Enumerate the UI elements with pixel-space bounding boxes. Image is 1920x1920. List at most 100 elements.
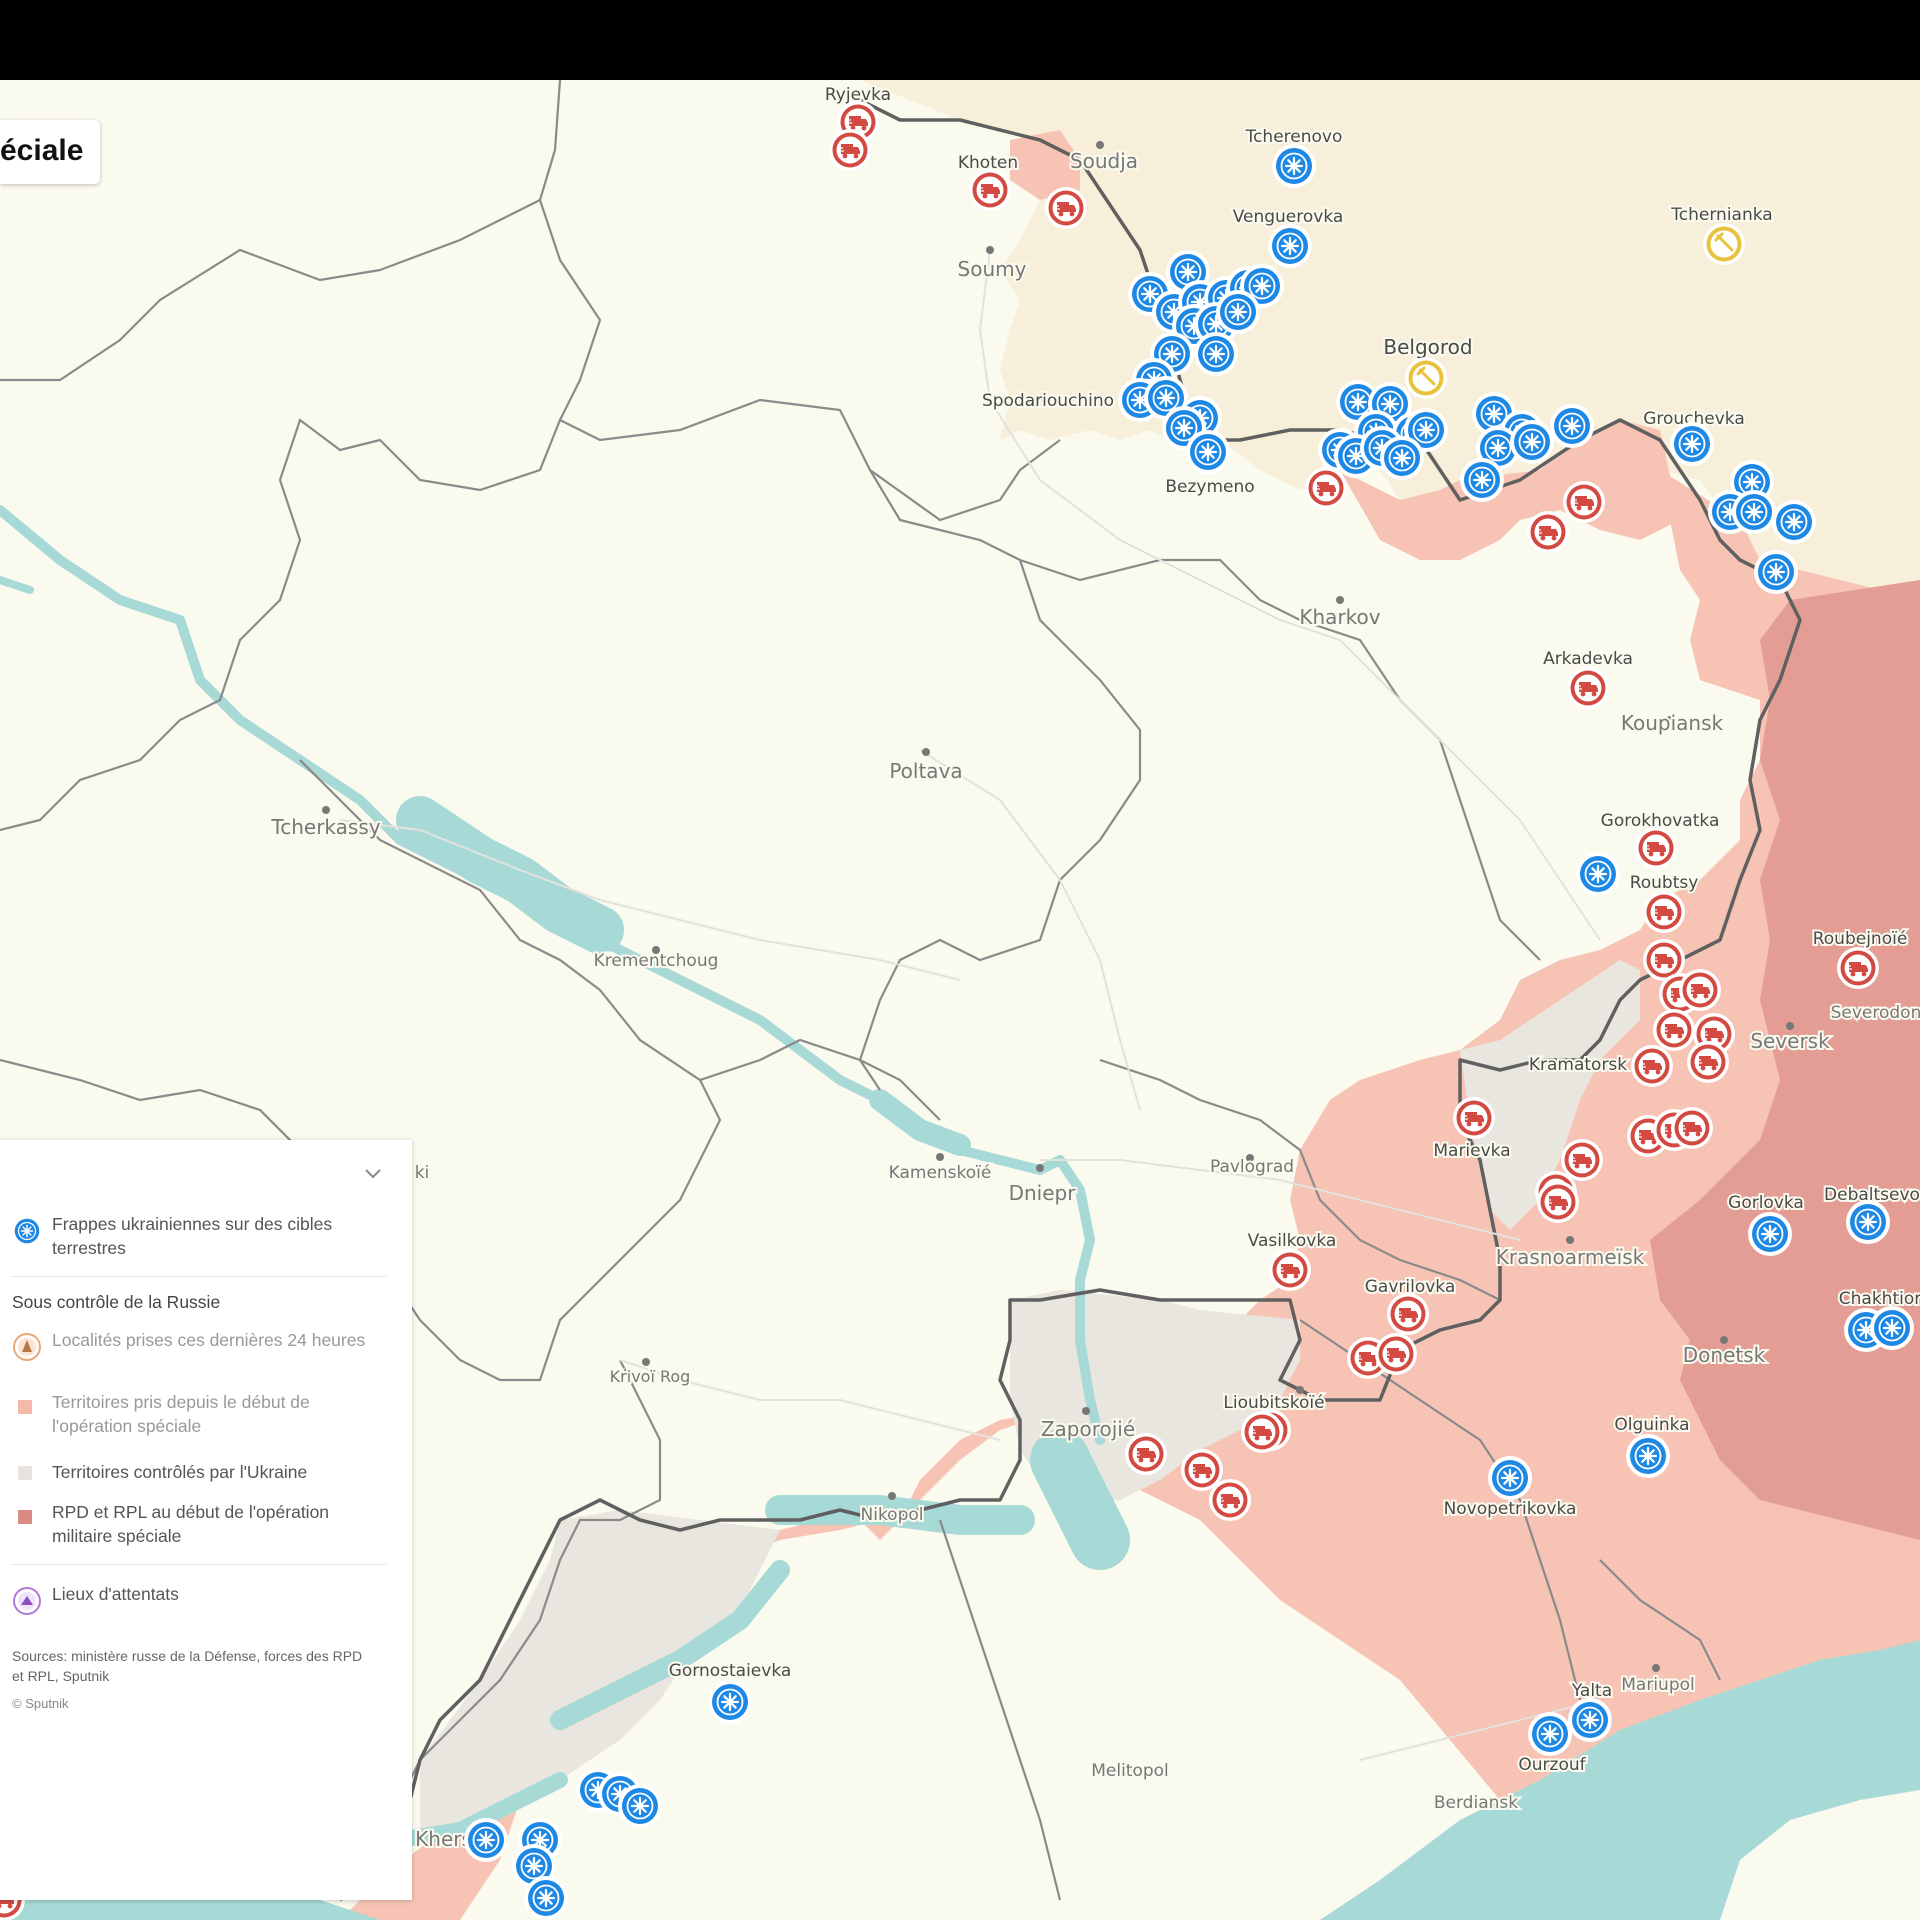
capture-marker[interactable]	[1304, 466, 1348, 510]
strike-marker[interactable]	[1378, 434, 1426, 482]
legend-label-ukraine: Territoires contrôlés par l'Ukraine	[52, 1462, 308, 1482]
strike-marker[interactable]	[1458, 456, 1506, 504]
legend-sources: Sources: ministère russe de la Défense, …	[12, 1648, 363, 1684]
legend-label-attacks: Lieux d'attentats	[52, 1584, 179, 1604]
strike-marker[interactable]	[1548, 402, 1596, 450]
strike-icon	[12, 1216, 42, 1246]
occupied-swatch-icon	[18, 1400, 32, 1414]
strike-marker[interactable]	[1214, 288, 1262, 336]
city-label-kamenskoie: Kamenskoïé	[889, 1163, 992, 1183]
strike-marker[interactable]	[1526, 1710, 1574, 1758]
city-label-gornostaievka: Gornostaievka	[669, 1661, 792, 1681]
dpr-swatch-icon	[18, 1510, 32, 1524]
city-label-vasilkovka: Vasilkovka	[1248, 1231, 1337, 1251]
capture-marker[interactable]	[1374, 1332, 1418, 1376]
city-label-roubejnoie: Roubejnoïé	[1813, 929, 1908, 949]
city-label-mariupol: Mariupol	[1621, 1675, 1695, 1695]
capture-marker[interactable]	[1208, 1478, 1252, 1522]
strike-marker[interactable]	[1770, 498, 1818, 546]
capture-marker[interactable]	[1836, 946, 1880, 990]
city-label-pavlograd: Pavlograd	[1210, 1157, 1294, 1177]
strike-marker[interactable]	[1624, 1432, 1672, 1480]
city-label-soudja: Soudja	[1070, 149, 1138, 173]
map-title: éciale	[0, 134, 84, 167]
legend-copyright: © Sputnik	[12, 1696, 69, 1711]
capture-marker[interactable]	[1044, 186, 1088, 230]
capture-marker[interactable]	[968, 168, 1012, 212]
city-label-ourzouf: Ourzouf	[1518, 1755, 1586, 1775]
strike-marker[interactable]	[1270, 142, 1318, 190]
city-label-severodon: Severodon	[1831, 1003, 1920, 1023]
capture-marker[interactable]	[1652, 1008, 1696, 1052]
city-label-roubtsy: Roubtsy	[1630, 873, 1699, 893]
city-label-kharkov: Kharkov	[1299, 605, 1380, 629]
city-label-olguinka: Olguinka	[1614, 1415, 1689, 1435]
strike-marker[interactable]	[1486, 1454, 1534, 1502]
legend-label-territories: Territoires pris depuis le début de l'op…	[52, 1392, 310, 1436]
strike-marker[interactable]	[1192, 330, 1240, 378]
capture-marker[interactable]	[1536, 1180, 1580, 1224]
city-label-melitopol: Melitopol	[1091, 1761, 1169, 1781]
attack-marker[interactable]	[1701, 221, 1747, 267]
city-label-tcherkassy: Tcherkassy	[270, 815, 380, 839]
strike-marker[interactable]	[706, 1678, 754, 1726]
legend-label-strikes: Frappes ukrainiennes sur des cibles terr…	[52, 1214, 333, 1258]
legend-label-dpr: RPD et RPL au début de l'opération milit…	[52, 1502, 330, 1546]
city-label-gorlovka: Gorlovka	[1728, 1193, 1804, 1213]
capture-marker[interactable]	[1562, 480, 1606, 524]
city-label-berdiansk: Berdiansk	[1434, 1793, 1518, 1813]
city-label-chakhtior: Chakhtior	[1839, 1289, 1920, 1309]
capture-marker[interactable]	[828, 128, 872, 172]
strike-marker[interactable]	[1574, 850, 1622, 898]
strike-marker[interactable]	[1844, 1198, 1892, 1246]
capture-marker[interactable]	[1386, 1292, 1430, 1336]
capture-marker[interactable]	[1240, 1410, 1284, 1454]
capture-marker[interactable]	[1526, 510, 1570, 554]
city-label-venguerovka: Venguerovka	[1233, 207, 1344, 227]
city-label-krementchoug: Krementchoug	[594, 951, 719, 971]
map-title-box: éciale	[0, 120, 100, 184]
city-label-spodariouchino: Spodariouchino	[982, 391, 1114, 411]
chevron-down-icon[interactable]	[360, 1160, 386, 1186]
city-label-nikopol: Nikopol	[861, 1505, 924, 1525]
capture-marker[interactable]	[1678, 968, 1722, 1012]
strike-marker[interactable]	[1746, 1210, 1794, 1258]
strike-marker[interactable]	[1266, 222, 1314, 270]
legend-divider	[12, 1564, 387, 1565]
city-label-krivoi-rog: Krivoï Rog	[610, 1367, 691, 1386]
legend-divider	[12, 1276, 387, 1277]
city-label-novopetrikovka: Novopetrikovka	[1444, 1499, 1577, 1519]
capture-marker[interactable]	[1268, 1248, 1312, 1292]
legend-panel: Frappes ukrainiennes sur des cibles terr…	[0, 1140, 412, 1900]
capture-marker[interactable]	[1124, 1432, 1168, 1476]
strike-marker[interactable]	[1730, 488, 1778, 536]
strike-marker[interactable]	[1868, 1304, 1916, 1352]
capture-marker[interactable]	[1642, 890, 1686, 934]
city-label-arkadevka: Arkadevka	[1543, 649, 1633, 669]
capture-marker[interactable]	[1686, 1040, 1730, 1084]
city-label-yalta: Yalta	[1571, 1681, 1612, 1701]
capture-marker[interactable]	[1630, 1044, 1674, 1088]
capture-marker[interactable]	[1634, 826, 1678, 870]
strike-marker[interactable]	[462, 1816, 510, 1864]
legend-heading: Sous contrôle de la Russie	[12, 1292, 221, 1312]
city-label-belgorod: Belgorod	[1383, 335, 1472, 359]
city-label-kramatorsk: Kramatorsk	[1529, 1055, 1627, 1075]
city-label-poltava: Poltava	[889, 759, 962, 783]
strike-marker[interactable]	[1752, 548, 1800, 596]
strike-marker[interactable]	[522, 1874, 570, 1920]
attack-marker[interactable]	[1403, 355, 1449, 401]
capture-marker[interactable]	[1566, 666, 1610, 710]
capture-marker[interactable]	[1452, 1096, 1496, 1140]
strike-marker[interactable]	[616, 1782, 664, 1830]
city-label-koupiansk: Koupiansk	[1621, 711, 1724, 735]
city-label-ki: ki	[415, 1163, 430, 1183]
city-label-donetsk: Donetsk	[1683, 1343, 1766, 1367]
strike-marker[interactable]	[1668, 420, 1716, 468]
strike-marker[interactable]	[1566, 1696, 1614, 1744]
strike-marker[interactable]	[1508, 418, 1556, 466]
strike-marker[interactable]	[1184, 428, 1232, 476]
city-label-seversk: Seversk	[1750, 1029, 1830, 1053]
capture-marker[interactable]	[1670, 1106, 1714, 1150]
top-black-bar	[0, 0, 1920, 80]
